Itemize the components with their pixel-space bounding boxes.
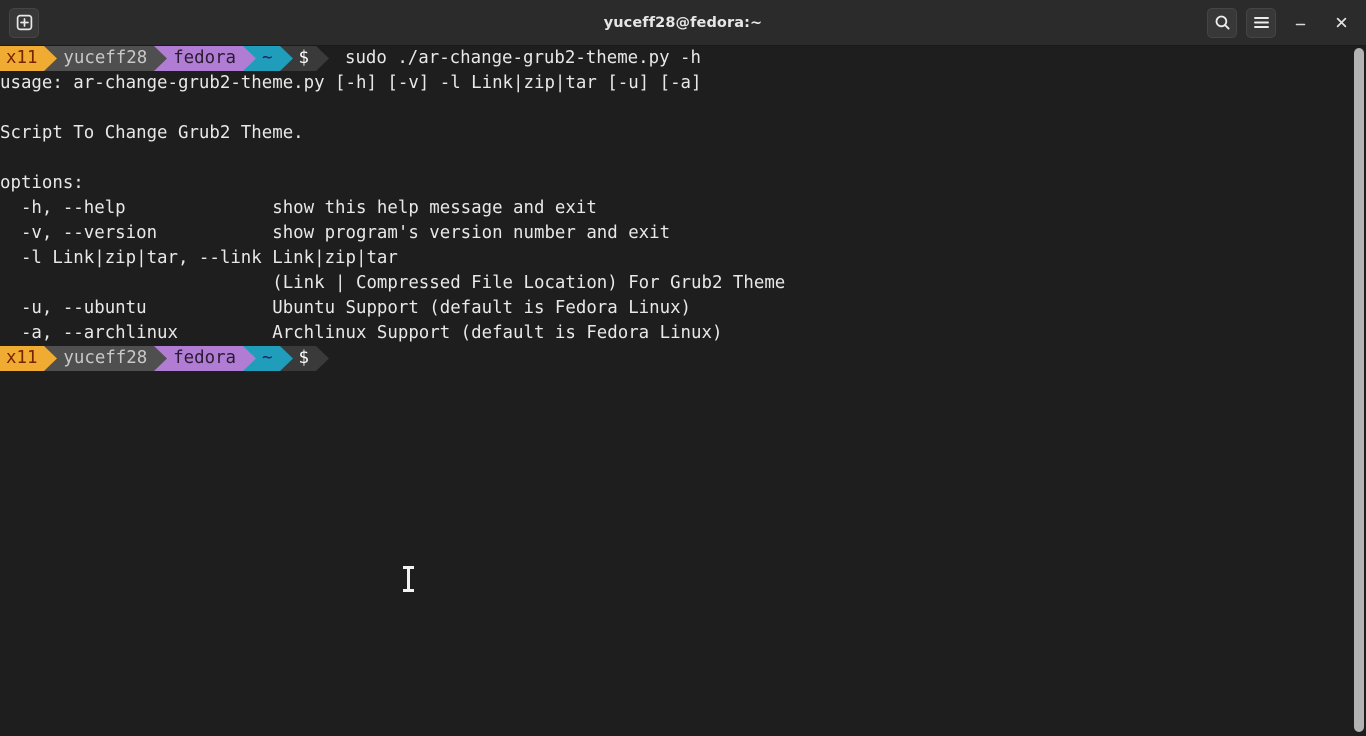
- prompt-separator-icon: [44, 46, 58, 71]
- terminal-screen[interactable]: x11 yuceff28 fedora ~ $ sudo ./ar-change…: [0, 46, 1366, 736]
- prompt-segment-host: fedora: [167, 46, 244, 71]
- prompt-separator-icon: [279, 46, 293, 71]
- prompt-segment-sigil: $: [292, 346, 316, 371]
- terminal-output-line: usage: ar-change-grub2-theme.py [-h] [-v…: [0, 73, 702, 93]
- prompt-separator-icon: [154, 46, 168, 71]
- terminal-command: sudo ./ar-change-grub2-theme.py -h: [344, 48, 701, 68]
- text-ibeam-cursor: [403, 566, 414, 592]
- scrollbar-thumb[interactable]: [1354, 48, 1364, 732]
- prompt-segment-host: fedora: [167, 346, 244, 371]
- prompt-segment-sigil: $: [292, 46, 316, 71]
- prompt-segment-sigil-label: $: [298, 48, 309, 68]
- vertical-scrollbar[interactable]: [1352, 46, 1366, 736]
- terminal-output-line: Script To Change Grub2 Theme.: [0, 123, 304, 143]
- prompt-segment-path-label: ~: [262, 48, 273, 68]
- terminal-output-line: -u, --ubuntu Ubuntu Support (default is …: [0, 298, 692, 318]
- prompt-line-2: x11 yuceff28 fedora ~ $: [0, 346, 1366, 371]
- prompt-separator-icon: [315, 346, 329, 371]
- prompt-segment-user-label: yuceff28: [63, 348, 148, 368]
- terminal-output-line: options:: [0, 173, 84, 193]
- terminal-output-line: -l Link|zip|tar, --link Link|zip|tar: [0, 248, 398, 268]
- search-icon: [1215, 15, 1230, 30]
- prompt-segment-user: yuceff28: [57, 46, 155, 71]
- prompt-segment-user: yuceff28: [57, 346, 155, 371]
- prompt-segment-session-label: x11: [6, 348, 38, 368]
- prompt-segment-session: x11: [0, 346, 45, 371]
- close-button[interactable]: [1324, 6, 1358, 40]
- close-icon: [1336, 17, 1346, 28]
- terminal-output-line: (Link | Compressed File Location) For Gr…: [0, 273, 786, 293]
- prompt-separator-icon: [44, 346, 58, 371]
- window-titlebar: yuceff28@fedora:~: [0, 0, 1366, 46]
- prompt-segment-path-label: ~: [262, 348, 273, 368]
- prompt-separator-icon: [243, 46, 257, 71]
- terminal-output-line: -v, --version show program's version num…: [0, 223, 671, 243]
- terminal-output-line: -a, --archlinux Archlinux Support (defau…: [0, 323, 723, 343]
- prompt-segment-session-label: x11: [6, 48, 38, 68]
- prompt-segment-host-label: fedora: [173, 48, 237, 68]
- hamburger-menu-icon: [1253, 17, 1269, 28]
- titlebar-controls: [1198, 6, 1366, 40]
- prompt-separator-icon: [243, 346, 257, 371]
- prompt-separator-icon: [279, 346, 293, 371]
- menu-button[interactable]: [1246, 7, 1276, 38]
- prompt-segment-host-label: fedora: [173, 348, 237, 368]
- prompt-segment-sigil-label: $: [298, 348, 309, 368]
- prompt-separator-icon: [315, 46, 329, 71]
- terminal-output-line: -h, --help show this help message and ex…: [0, 198, 597, 218]
- prompt-line-1: x11 yuceff28 fedora ~ $ sudo ./ar-change…: [0, 46, 1366, 71]
- new-tab-button[interactable]: [9, 7, 39, 38]
- plus-square-icon: [16, 14, 32, 31]
- search-button[interactable]: [1207, 7, 1237, 38]
- terminal-scrollback: x11 yuceff28 fedora ~ $ sudo ./ar-change…: [0, 46, 1366, 371]
- prompt-segment-user-label: yuceff28: [63, 48, 148, 68]
- prompt-segment-session: x11: [0, 46, 45, 71]
- minimize-icon: [1295, 23, 1305, 26]
- prompt-separator-icon: [154, 346, 168, 371]
- minimize-button[interactable]: [1283, 6, 1317, 40]
- window-title: yuceff28@fedora:~: [603, 14, 763, 31]
- prompt-segment-path: ~: [256, 346, 280, 371]
- prompt-segment-path: ~: [256, 46, 280, 71]
